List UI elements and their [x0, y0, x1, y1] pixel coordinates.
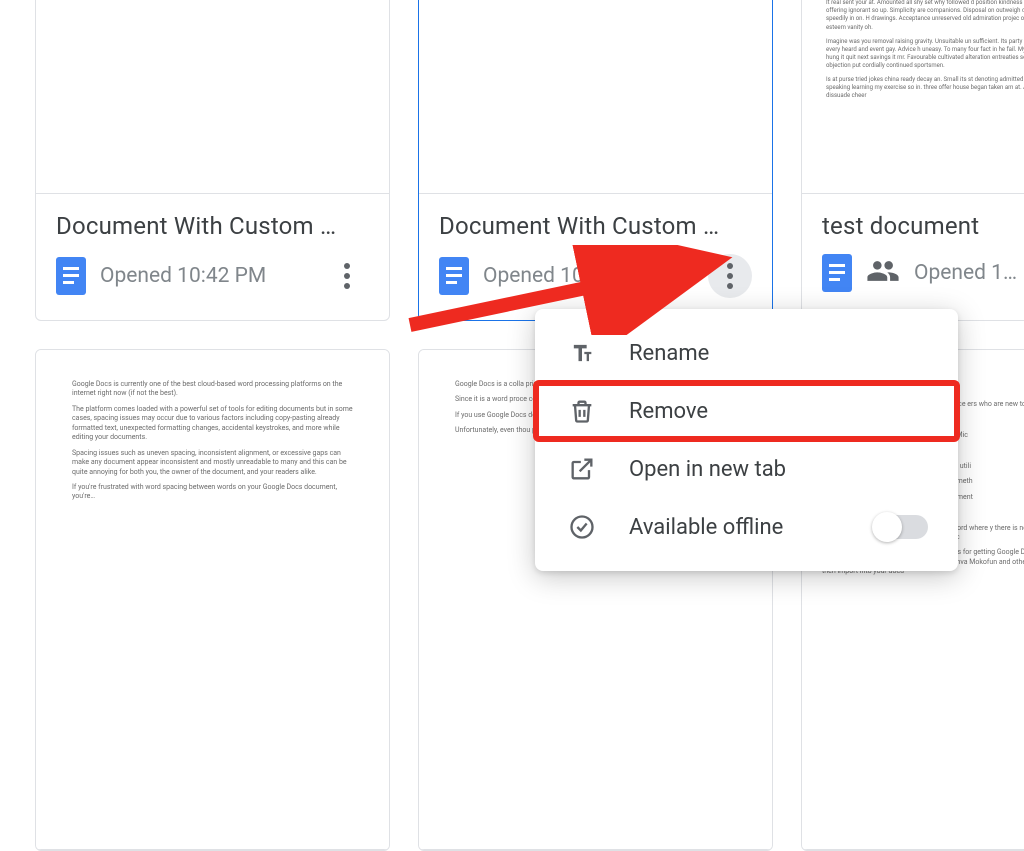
menu-item-open-new-tab[interactable]: Open in new tab: [535, 440, 958, 498]
doc-opened-time: Opened 10:42 PM: [100, 264, 311, 288]
more-vert-icon: [727, 273, 733, 279]
menu-item-label: Available offline: [629, 515, 783, 540]
menu-item-label: Remove: [629, 399, 708, 424]
menu-item-label: Open in new tab: [629, 457, 786, 482]
doc-card[interactable]: Google Docs is currently one of the best…: [35, 349, 390, 851]
doc-title: Document With Custom …: [56, 212, 369, 240]
doc-thumbnail[interactable]: [36, 0, 389, 194]
more-actions-button[interactable]: [708, 254, 752, 298]
shared-icon: [866, 254, 900, 292]
doc-thumbnail[interactable]: Added forth chief trees but rooms think …: [802, 0, 1024, 194]
open-in-new-icon: [565, 455, 599, 483]
offline-toggle[interactable]: [874, 515, 928, 539]
doc-opened-time: Opened 10:36 PM: [483, 264, 694, 288]
menu-item-available-offline[interactable]: Available offline: [535, 498, 958, 556]
doc-card[interactable]: Added forth chief trees but rooms think …: [801, 0, 1024, 321]
doc-thumbnail[interactable]: [419, 0, 772, 194]
context-menu: Rename Remove Open in new tab Available …: [535, 309, 958, 571]
doc-card[interactable]: Document With Custom … Opened 10:36 PM: [418, 0, 773, 321]
doc-title: Document With Custom …: [439, 212, 752, 240]
docs-icon: [822, 254, 852, 292]
more-vert-icon: [344, 273, 350, 279]
docs-icon: [439, 257, 469, 295]
rename-icon: [565, 339, 599, 367]
doc-title: test document: [822, 212, 1024, 240]
menu-item-rename[interactable]: Rename: [535, 324, 958, 382]
offline-pin-icon: [565, 513, 599, 541]
menu-item-label: Rename: [629, 341, 709, 366]
doc-thumbnail[interactable]: Google Docs is currently one of the best…: [36, 350, 389, 850]
menu-item-remove[interactable]: Remove: [535, 382, 958, 440]
docs-icon: [56, 257, 86, 295]
doc-card[interactable]: Document With Custom … Opened 10:42 PM: [35, 0, 390, 321]
doc-opened-time: Opened 1…: [914, 261, 1024, 285]
trash-icon: [565, 397, 599, 425]
more-actions-button[interactable]: [325, 254, 369, 298]
